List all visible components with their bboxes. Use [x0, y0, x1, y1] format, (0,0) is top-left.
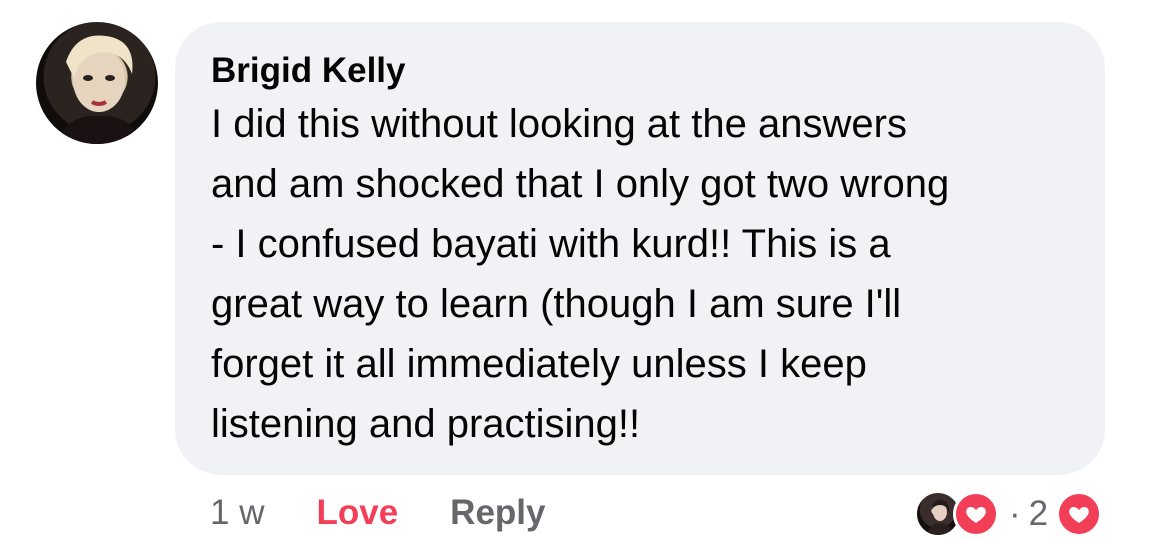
comment-actions: 1 w Love Reply	[210, 488, 545, 538]
author-avatar[interactable]	[36, 22, 158, 144]
reactions-summary[interactable]: · 2	[915, 488, 1103, 540]
heart-reaction-icon	[953, 491, 999, 537]
separator-dot: ·	[1009, 494, 1021, 533]
comment-bubble: Brigid Kelly I did this without looking …	[175, 22, 1105, 475]
reaction-count: 2	[1028, 494, 1049, 533]
heart-icon	[1056, 491, 1103, 537]
timestamp[interactable]: 1 w	[210, 493, 264, 533]
avatar-image	[56, 35, 142, 144]
love-button[interactable]: Love	[316, 493, 398, 533]
comment-text: I did this without looking at the answer…	[211, 102, 950, 446]
author-name[interactable]: Brigid Kelly	[211, 50, 1069, 92]
reply-button[interactable]: Reply	[450, 493, 545, 533]
